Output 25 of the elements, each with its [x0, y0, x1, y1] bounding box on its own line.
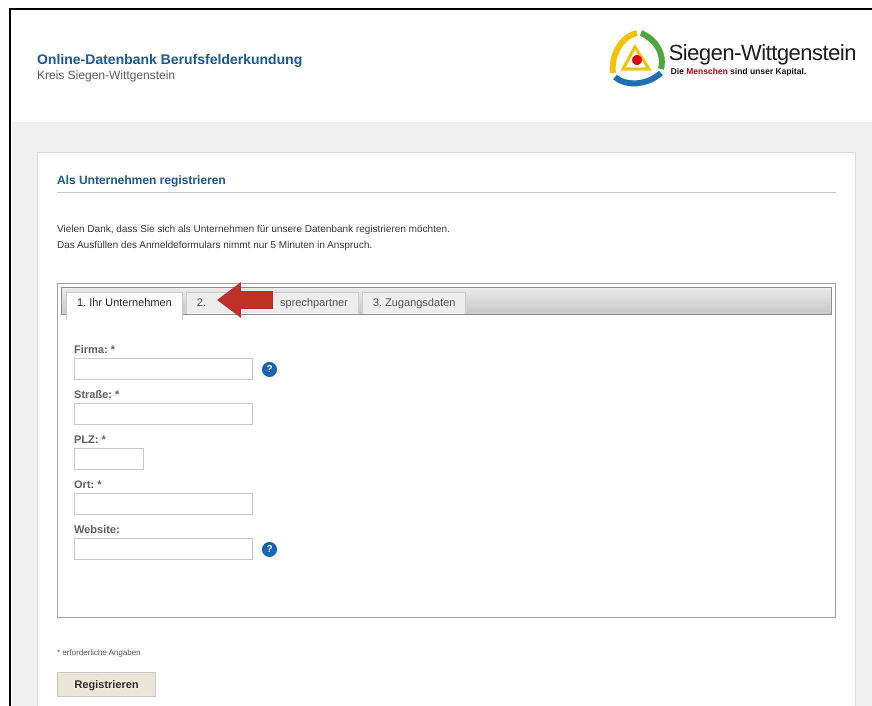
input-field[interactable]	[74, 538, 253, 560]
arrow-icon	[215, 280, 275, 320]
input-field[interactable]	[74, 493, 253, 515]
site-subtitle: Kreis Siegen-Wittgenstein	[37, 68, 176, 82]
logo-slogan: Die Menschen sind unser Kapital.	[670, 66, 808, 76]
section-title: Als Unternehmen registrieren	[57, 173, 836, 193]
field-label: Website:	[74, 524, 121, 536]
field-label: PLZ: *	[74, 434, 107, 446]
input-field[interactable]	[74, 403, 253, 425]
help-icon[interactable]: ?	[262, 362, 277, 376]
register-button[interactable]: Registrieren	[57, 672, 156, 697]
help-icon[interactable]: ?	[262, 542, 277, 556]
site-title: Online-Datenbank Berufsfelderkundung	[37, 50, 302, 66]
tab[interactable]: 1. Ihr Unternehmen	[66, 292, 183, 320]
field-label: Firma: *	[74, 344, 116, 356]
required-note: * erforderliche Angaben	[57, 648, 142, 657]
input-field[interactable]	[74, 358, 253, 380]
logo-name: Siegen-Wittgenstein	[668, 40, 856, 66]
field-label: Straße: *	[74, 389, 120, 401]
input-field[interactable]	[74, 448, 144, 470]
logo-icon	[606, 29, 667, 87]
tab[interactable]: 3. Zugangsdaten	[362, 292, 466, 314]
intro-text: Das Ausfüllen des Anmeldeformulars nimmt nur 5 Minuten in Anspruch.	[57, 239, 374, 253]
intro-text: Vielen Dank, dass Sie sich als Unternehmen für unsere Datenbank registrieren möchten.	[57, 223, 451, 237]
field-label: Ort: *	[74, 479, 102, 491]
